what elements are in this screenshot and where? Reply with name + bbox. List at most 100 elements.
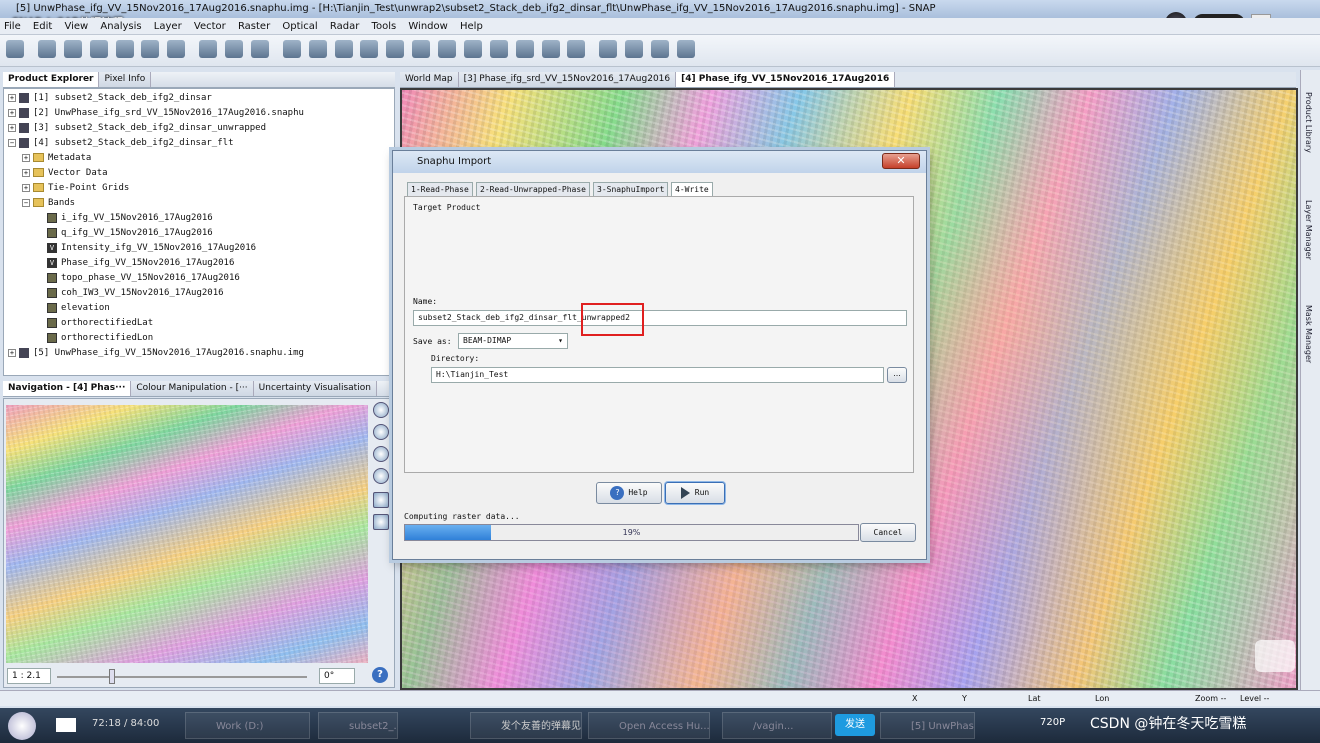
menu-help[interactable]: Help — [460, 21, 483, 32]
tree-folder-item[interactable]: + Vector Data — [22, 166, 108, 181]
tab-phase-srd[interactable]: [3] Phase_ifg_srd_VV_15Nov2016_17Aug2016 — [458, 72, 677, 87]
batch-processing-icon[interactable] — [63, 40, 82, 58]
zoom-pixel-icon[interactable] — [373, 446, 389, 462]
expand-toggle-icon[interactable]: + — [22, 183, 30, 192]
tree-product-item[interactable]: + [3] subset2_Stack_deb_ifg2_dinsar_unwra… — [8, 121, 266, 136]
zoom-tool-icon[interactable] — [334, 40, 353, 58]
gcp-tool-icon[interactable] — [141, 40, 160, 58]
expand-toggle-icon[interactable]: − — [22, 198, 30, 207]
zoom-out-icon[interactable] — [373, 424, 389, 440]
expand-toggle-icon[interactable]: + — [22, 153, 30, 162]
open-product-icon[interactable] — [6, 40, 24, 58]
sync-views-icon[interactable] — [373, 492, 389, 508]
tile-evenly-icon[interactable] — [599, 40, 618, 58]
folder-icon[interactable] — [676, 40, 695, 58]
select-tool-icon[interactable] — [282, 40, 301, 58]
ellipse-draw-icon[interactable] — [489, 40, 508, 58]
mask-manager-tab[interactable]: Mask Manager — [1304, 305, 1313, 363]
tab-uncertainty-visualisation[interactable]: Uncertainty Visualisation — [253, 381, 377, 396]
tree-folder-item[interactable]: − Bands — [22, 196, 75, 211]
run-button[interactable]: Run — [665, 482, 725, 504]
tab-write[interactable]: 4-Write — [671, 182, 713, 197]
zoom-all-icon[interactable] — [373, 468, 389, 484]
save-as-select[interactable]: BEAM-DIMAP ▾ — [458, 333, 568, 349]
taskbar-item-unwphase[interactable]: [5] UnwPhase_if... — [880, 712, 975, 739]
name-field[interactable]: subset2_Stack_deb_ifg2_dinsar_flt_unwrap… — [413, 310, 907, 326]
product-library-tab[interactable]: Product Library — [1304, 92, 1313, 153]
tree-product-item[interactable]: − [4] subset2_Stack_deb_ifg2_dinsar_flt — [8, 136, 233, 151]
radar-icon[interactable] — [250, 40, 269, 58]
tab-product-explorer[interactable]: Product Explorer — [3, 72, 100, 87]
taskbar-item-open-access[interactable]: Open Access Hu... — [588, 712, 710, 739]
tab-pixel-info[interactable]: Pixel Info — [99, 72, 152, 87]
rotation-field[interactable]: 0° — [319, 668, 355, 684]
menu-raster[interactable]: Raster — [238, 21, 270, 32]
taskbar-item-work[interactable]: Work (D:) — [185, 712, 310, 739]
tree-folder-item[interactable]: + Tie-Point Grids — [22, 181, 129, 196]
menu-view[interactable]: View — [64, 21, 88, 32]
next-icon[interactable] — [56, 718, 76, 732]
zoom-in-icon[interactable] — [373, 402, 389, 418]
tab-world-map[interactable]: World Map — [400, 72, 459, 87]
menu-file[interactable]: File — [4, 21, 21, 32]
sync-cursor-icon[interactable] — [373, 514, 389, 530]
graph-builder-icon[interactable] — [37, 40, 56, 58]
tree-band-item[interactable]: V Intensity_ifg_VV_15Nov2016_17Aug2016 — [36, 241, 256, 256]
zoom-slider-track[interactable] — [57, 676, 307, 678]
tab-read-unwrapped-phase[interactable]: 2-Read-Unwrapped-Phase — [476, 182, 590, 197]
pin-tool-icon[interactable] — [167, 40, 186, 58]
expand-toggle-icon[interactable]: + — [8, 348, 16, 357]
polygon-draw-icon[interactable] — [463, 40, 482, 58]
magic-wand-icon[interactable] — [515, 40, 534, 58]
tab-read-phase[interactable]: 1-Read-Phase — [407, 182, 473, 197]
tree-band-item[interactable]: orthorectifiedLon — [36, 331, 153, 346]
expand-toggle-icon[interactable]: − — [8, 138, 16, 147]
scale-field[interactable]: 1 : 2.1 — [7, 668, 51, 684]
browse-directory-button[interactable]: ... — [887, 367, 907, 383]
expand-toggle-icon[interactable]: + — [8, 108, 16, 117]
menu-window[interactable]: Window — [408, 21, 447, 32]
taskbar-item-vagin[interactable]: /vagin... — [722, 712, 832, 739]
play-button[interactable] — [8, 712, 36, 740]
gcp-placing-icon[interactable] — [386, 40, 405, 58]
tab-phase-ifg[interactable]: [4] Phase_ifg_VV_15Nov2016_17Aug2016 — [676, 72, 896, 87]
menu-analysis[interactable]: Analysis — [100, 21, 141, 32]
layer-manager-tab[interactable]: Layer Manager — [1304, 200, 1313, 260]
network-icon[interactable] — [199, 40, 218, 58]
tile-horizontal-icon[interactable] — [625, 40, 644, 58]
stack-icon[interactable] — [225, 40, 243, 58]
tree-band-item[interactable]: orthorectifiedLat — [36, 316, 153, 331]
danmaku-input[interactable]: 发个友善的弹幕见证当下 — [470, 712, 582, 739]
cancel-button[interactable]: Cancel — [860, 523, 916, 542]
line-draw-icon[interactable] — [412, 40, 431, 58]
zoom-slider-handle[interactable] — [109, 669, 115, 684]
menu-tools[interactable]: Tools — [372, 21, 397, 32]
tree-band-item[interactable]: elevation — [36, 301, 110, 316]
tab-navigation[interactable]: Navigation - [4] Phas··· — [3, 381, 132, 396]
menu-vector[interactable]: Vector — [194, 21, 226, 32]
pan-tool-icon[interactable] — [308, 40, 327, 58]
grid-icon[interactable] — [89, 40, 108, 58]
send-button[interactable]: 发送 — [835, 714, 875, 736]
tree-band-item[interactable]: coh_IW3_VV_15Nov2016_17Aug2016 — [36, 286, 224, 301]
polyline-draw-icon[interactable] — [438, 40, 456, 58]
tile-vertical-icon[interactable] — [651, 40, 669, 58]
range-finder-icon[interactable] — [541, 40, 560, 58]
directory-field[interactable]: H:\Tianjin_Test — [431, 367, 884, 383]
expand-toggle-icon[interactable]: + — [8, 123, 16, 132]
tree-band-item[interactable]: topo_phase_VV_15Nov2016_17Aug2016 — [36, 271, 240, 286]
band-maths-icon[interactable] — [115, 40, 134, 58]
help-button[interactable]: ? Help — [596, 482, 662, 504]
navigation-preview-image[interactable] — [6, 405, 368, 663]
taskbar-item-subset[interactable]: subset2_... — [318, 712, 398, 739]
menu-optical[interactable]: Optical — [282, 21, 317, 32]
brush-icon[interactable] — [567, 40, 586, 58]
expand-toggle-icon[interactable]: + — [8, 93, 16, 102]
menu-edit[interactable]: Edit — [33, 21, 52, 32]
menu-radar[interactable]: Radar — [330, 21, 359, 32]
tree-folder-item[interactable]: + Metadata — [22, 151, 91, 166]
tree-product-item[interactable]: + [2] UnwPhase_ifg_srd_VV_15Nov2016_17Aug… — [8, 106, 304, 121]
dialog-close-button[interactable]: ✕ — [882, 153, 920, 169]
tab-colour-manipulation[interactable]: Colour Manipulation - [··· — [131, 381, 254, 396]
menu-layer[interactable]: Layer — [154, 21, 182, 32]
